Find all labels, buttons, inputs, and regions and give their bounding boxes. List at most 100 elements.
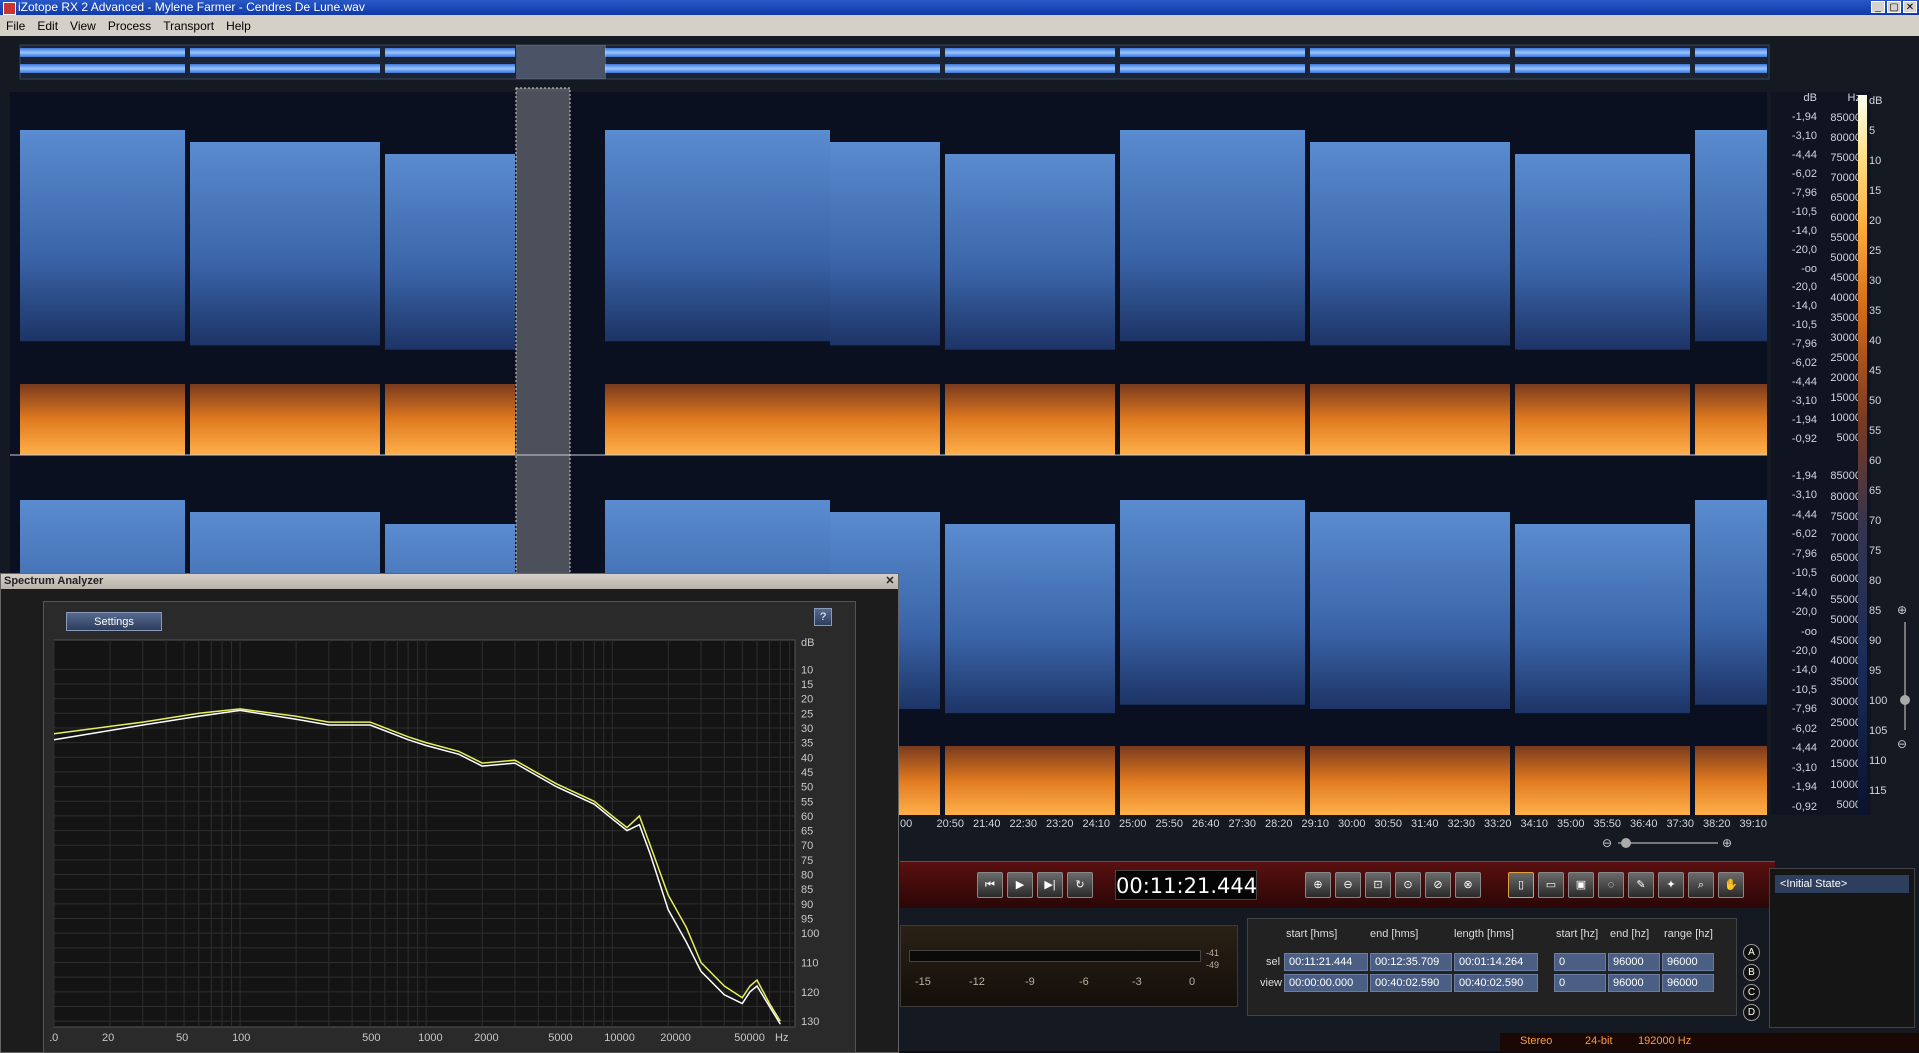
colorbar-tick: 55 bbox=[1869, 425, 1882, 437]
brush-tool-icon[interactable]: ✎ bbox=[1628, 872, 1654, 898]
zoom-selection-icon[interactable]: ⊡ bbox=[1365, 872, 1391, 898]
scale-tick: 85000 bbox=[1830, 470, 1861, 482]
vzoom-out-icon[interactable]: ⊖ bbox=[1897, 737, 1907, 751]
timeline-tick: 39:10 bbox=[1739, 818, 1768, 830]
zoom-fit-icon[interactable]: ⊙ bbox=[1395, 872, 1421, 898]
scale-tick: -oo bbox=[1801, 262, 1817, 275]
x-tick-label: 20 bbox=[102, 1032, 114, 1044]
spectrogram-band bbox=[945, 524, 1115, 714]
y-tick-label: 100 bbox=[801, 928, 819, 940]
overview-view-window[interactable] bbox=[516, 45, 606, 79]
view-start-hms[interactable]: 00:00:00.000 bbox=[1284, 974, 1368, 992]
zoom-time-icon[interactable]: ⊘ bbox=[1425, 872, 1451, 898]
spectrum-chart[interactable]: dB 10 15 20 25 30 35 40 45 50 55 60 65 70 75 80 85 90 95 10… bbox=[50, 632, 850, 1052]
timeline-tick: 33:20 bbox=[1484, 818, 1512, 830]
spectrum-analyzer-titlebar[interactable]: Spectrum Analyzer ✕ bbox=[1, 574, 898, 589]
magic-wand-tool-icon[interactable]: ✦ bbox=[1658, 872, 1684, 898]
meter-tick: -9 bbox=[1025, 976, 1035, 988]
spectrum-analyzer-title: Spectrum Analyzer bbox=[4, 575, 104, 587]
x-tick-label: 10 bbox=[50, 1032, 58, 1044]
y-tick-label: 130 bbox=[801, 1016, 819, 1028]
scale-tick: 15000 bbox=[1830, 392, 1861, 404]
scale-tick: 30000 bbox=[1830, 332, 1861, 344]
time-select-tool-icon[interactable]: ▯ bbox=[1508, 872, 1534, 898]
colorbar-tick: 20 bbox=[1869, 215, 1882, 227]
sel-start-hms[interactable]: 00:11:21.444 bbox=[1284, 953, 1368, 971]
scale-tick: -6,02 bbox=[1791, 357, 1817, 370]
scale-tick: 80000 bbox=[1830, 490, 1861, 503]
scale-tick: -1,94 bbox=[1791, 110, 1817, 123]
spectrogram-channel-left[interactable] bbox=[20, 130, 1767, 455]
view-start-hz[interactable]: 0 bbox=[1554, 974, 1606, 992]
horizontal-zoom-slider[interactable]: ⊖ ⊕ bbox=[1600, 834, 1740, 852]
play-button[interactable]: ▶ bbox=[1007, 872, 1033, 898]
sel-range-hz[interactable]: 96000 bbox=[1662, 953, 1714, 971]
history-item[interactable]: <Initial State> bbox=[1775, 875, 1909, 893]
zoom-out-tool-icon[interactable]: ⊖ bbox=[1335, 872, 1361, 898]
timecode-display: 00:11:21.444 bbox=[1115, 870, 1257, 900]
zoom-in-tool-icon[interactable]: ⊕ bbox=[1305, 872, 1331, 898]
compare-a-button[interactable]: A bbox=[1743, 944, 1760, 961]
colorbar-tick: 65 bbox=[1869, 485, 1882, 497]
vzoom-handle[interactable] bbox=[1900, 695, 1910, 705]
timeline-tick: 38:20 bbox=[1703, 818, 1731, 830]
view-range-hz[interactable]: 96000 bbox=[1662, 974, 1714, 992]
scale-tick: 30000 bbox=[1830, 696, 1861, 709]
sel-end-hms[interactable]: 00:12:35.709 bbox=[1370, 953, 1452, 971]
skip-back-button[interactable]: ⏮ bbox=[977, 872, 1003, 898]
compare-d-button[interactable]: D bbox=[1743, 1004, 1760, 1021]
timeline-tick: 32:30 bbox=[1447, 818, 1476, 830]
spectrogram-lowfreq bbox=[605, 384, 830, 455]
overview-segment bbox=[1515, 64, 1690, 73]
colorbar-tick: 70 bbox=[1869, 515, 1882, 527]
spectrogram-band bbox=[1120, 130, 1305, 342]
compare-b-button[interactable]: B bbox=[1743, 964, 1760, 981]
colorbar-tick: 35 bbox=[1869, 305, 1882, 317]
zoom-out-icon[interactable]: ⊖ bbox=[1602, 836, 1612, 850]
scale-tick: 25000 bbox=[1830, 717, 1861, 730]
hdr-start-hms: start [hms] bbox=[1286, 928, 1338, 940]
lasso-tool-icon[interactable]: ◌ bbox=[1598, 872, 1624, 898]
y-tick-label: 70 bbox=[801, 840, 813, 852]
compare-c-button[interactable]: C bbox=[1743, 984, 1760, 1001]
scale-tick: -20,0 bbox=[1791, 606, 1817, 619]
vzoom-in-icon[interactable]: ⊕ bbox=[1897, 603, 1907, 617]
box-select-tool-icon[interactable]: ▣ bbox=[1568, 872, 1594, 898]
scale-tick: -14,0 bbox=[1791, 586, 1817, 599]
help-button[interactable]: ? bbox=[814, 608, 832, 626]
magnify-tool-icon[interactable]: ⌕ bbox=[1688, 872, 1714, 898]
loop-button[interactable]: ↻ bbox=[1067, 872, 1093, 898]
hdr-start-hz: start [hz] bbox=[1556, 928, 1599, 940]
view-end-hz[interactable]: 96000 bbox=[1608, 974, 1660, 992]
zoom-freq-icon[interactable]: ⊗ bbox=[1455, 872, 1481, 898]
timeline-tick: 31:40 bbox=[1411, 818, 1439, 830]
timeline-ruler[interactable]: 00 20:50 21:40 22:30 23:20 24:10 25:00 25:50 26:… bbox=[900, 816, 1770, 834]
y-tick-label: 85 bbox=[801, 884, 813, 896]
scale-tick: -7,96 bbox=[1791, 338, 1817, 351]
zoom-in-icon[interactable]: ⊕ bbox=[1722, 836, 1732, 850]
vertical-zoom-controls[interactable]: ⊕ ⊖ bbox=[1893, 590, 1917, 850]
timeline-tick: 22:30 bbox=[1009, 818, 1038, 830]
play-selection-button[interactable]: ▶| bbox=[1037, 872, 1063, 898]
scale-tick: 40000 bbox=[1830, 655, 1861, 668]
hand-tool-icon[interactable]: ✋ bbox=[1718, 872, 1744, 898]
sel-length-hms[interactable]: 00:01:14.264 bbox=[1454, 953, 1538, 971]
meter-tick: -3 bbox=[1132, 976, 1142, 988]
scale-tick: -14,0 bbox=[1791, 224, 1817, 237]
view-end-hms[interactable]: 00:40:02.590 bbox=[1370, 974, 1452, 992]
spectrogram-band bbox=[945, 154, 1115, 350]
scale-tick: 80000 bbox=[1830, 132, 1861, 144]
sel-end-hz[interactable]: 96000 bbox=[1608, 953, 1660, 971]
zoom-handle[interactable] bbox=[1621, 838, 1631, 848]
hdr-end-hms: end [hms] bbox=[1370, 928, 1419, 940]
analyzer-close-icon[interactable]: ✕ bbox=[884, 575, 896, 587]
settings-button[interactable]: Settings bbox=[66, 612, 162, 631]
timeline-tick: 25:00 bbox=[1119, 818, 1147, 830]
x-tick-label: 1000 bbox=[418, 1032, 442, 1044]
view-length-hms[interactable]: 00:40:02.590 bbox=[1454, 974, 1538, 992]
scale-tick: 40000 bbox=[1830, 292, 1861, 304]
overview-segment bbox=[190, 64, 380, 73]
sel-start-hz[interactable]: 0 bbox=[1554, 953, 1606, 971]
freq-select-tool-icon[interactable]: ▭ bbox=[1538, 872, 1564, 898]
scale-tick: -4,44 bbox=[1791, 376, 1817, 389]
